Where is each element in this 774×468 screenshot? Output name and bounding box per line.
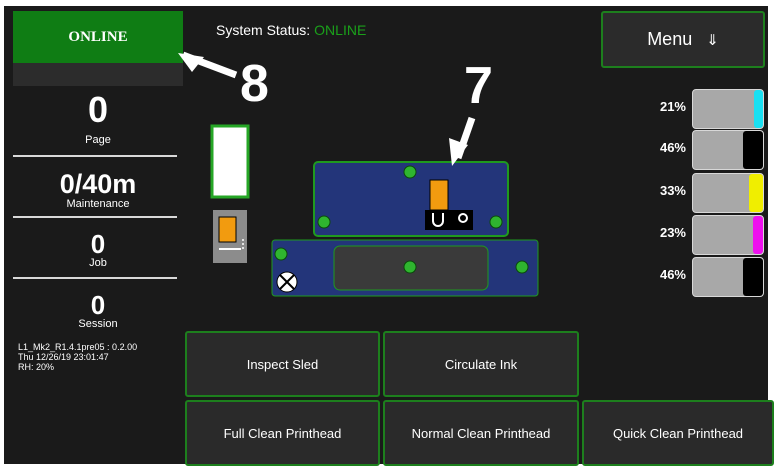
annotation-label-8: 8	[240, 55, 269, 113]
normal-clean-label: Normal Clean Printhead	[411, 425, 551, 441]
circulate-ink-button[interactable]: Circulate Ink	[383, 331, 579, 397]
printhead-icon	[429, 179, 449, 211]
sensor-icon	[274, 247, 288, 261]
platen[interactable]	[271, 239, 539, 297]
quick-clean-label: Quick Clean Printhead	[612, 425, 744, 441]
sensor-icon	[515, 260, 529, 274]
paper-icon	[210, 124, 250, 199]
sensor-icon	[489, 215, 503, 229]
inspect-sled-label: Inspect Sled	[246, 356, 319, 372]
full-clean-printhead-button[interactable]: Full Clean Printhead	[185, 400, 380, 466]
close-icon	[276, 271, 298, 293]
sensor-icon	[403, 165, 417, 179]
quick-clean-printhead-button[interactable]: Quick Clean Printhead	[582, 400, 774, 466]
inspect-sled-button[interactable]: Inspect Sled	[185, 331, 380, 397]
sensor-icon	[403, 260, 417, 274]
normal-clean-printhead-button[interactable]: Normal Clean Printhead	[383, 400, 579, 466]
circulate-ink-label: Circulate Ink	[444, 356, 518, 372]
printer-diagram	[178, 51, 539, 297]
sensor-icon	[317, 215, 331, 229]
annotation-label-7: 7	[464, 57, 493, 115]
cartridge-icon	[213, 210, 247, 263]
printhead-sled[interactable]	[313, 161, 509, 237]
full-clean-label: Full Clean Printhead	[223, 425, 342, 441]
